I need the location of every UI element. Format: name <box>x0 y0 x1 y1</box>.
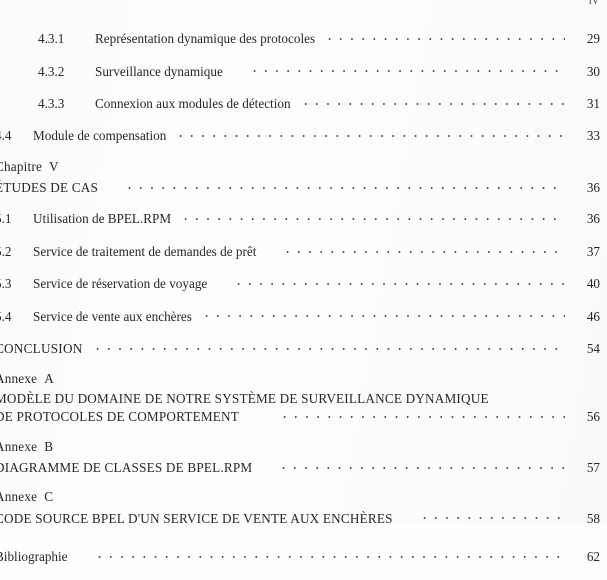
dot-leader <box>200 307 565 320</box>
toc-entry[interactable]: 4.3.2 Surveillance dynamique 30 <box>0 62 607 77</box>
toc-entry[interactable]: 4.4 Module de compensation 33 <box>0 127 607 142</box>
toc-entry-title: Utilisation de BPEL.RPM <box>33 211 172 227</box>
annexe-title-row[interactable]: DE PROTOCOLES DE COMPORTEMENT 56 <box>0 408 607 423</box>
running-page-number: iv <box>588 0 599 7</box>
annexe-title-line-1: DIAGRAMME DE CLASSES DE BPEL.RPM <box>0 459 253 475</box>
annexe-kicker-value: A <box>44 371 54 387</box>
annexe-title-row[interactable]: DIAGRAMME DE CLASSES DE BPEL.RPM 57 <box>0 459 607 474</box>
dot-leader <box>175 127 565 140</box>
toc-entry[interactable]: 5.3 Service de réservation de voyage 40 <box>0 275 607 290</box>
toc-entry-number: 4.3.2 <box>38 63 65 79</box>
annexe-title-line-1: MODÈLE DU DOMAINE DE NOTRE SYSTÈME DE SU… <box>0 391 489 407</box>
toc-entry-title: Service de réservation de voyage <box>33 276 208 292</box>
bibliography-title: Bibliographie <box>0 548 68 564</box>
annexe-page: 58 <box>586 510 600 526</box>
dot-leader <box>278 459 565 472</box>
toc-entry-number: 5.3 <box>0 276 12 292</box>
annexe-kicker-value: B <box>44 438 54 454</box>
chapter-kicker-value: V <box>49 158 59 174</box>
toc-annexe-block[interactable]: Annexe C CODE SOURCE BPEL D'UN SERVICE DE… <box>0 490 607 525</box>
toc-entry-page: 31 <box>586 95 600 111</box>
dot-leader <box>93 548 565 561</box>
dot-leader <box>91 340 566 353</box>
toc-entry[interactable]: 5.2 Service de traitement de demandes de… <box>0 243 607 258</box>
toc-entry-title: Surveillance dynamique <box>95 63 223 79</box>
toc-entry-bibliography[interactable]: Bibliographie 62 <box>0 548 607 563</box>
dot-leader <box>299 95 565 108</box>
toc-entry-number: 5.1 <box>0 211 12 227</box>
toc-entry-number: 4.3.3 <box>38 95 65 111</box>
toc-entry-page: 37 <box>586 243 600 259</box>
toc-entry[interactable]: 4.3.1 Représentation dynamique des proto… <box>0 30 607 45</box>
table-of-contents: 4.3.1 Représentation dynamique des proto… <box>0 30 607 580</box>
document-page: iv 4.3.1 Représentation dynamique des pr… <box>0 0 607 563</box>
annexe-kicker: Annexe C <box>0 490 607 503</box>
toc-entry-number: 5.2 <box>0 243 12 259</box>
chapter-kicker-word: Chapitre <box>0 158 43 174</box>
bibliography-page: 62 <box>586 548 600 564</box>
dot-leader <box>279 408 565 421</box>
annexe-kicker-word: Annexe <box>0 438 38 454</box>
dot-leader <box>418 509 565 522</box>
toc-entry-number: 4.3.1 <box>38 31 65 47</box>
conclusion-page: 54 <box>586 340 600 356</box>
chapter-title-row[interactable]: ÉTUDES DE CAS 36 <box>0 179 607 194</box>
toc-entry[interactable]: 4.3.3 Connexion aux modules de détection… <box>0 95 607 110</box>
annexe-page: 57 <box>586 459 600 475</box>
toc-entry-title: Représentation dynamique des protocoles <box>95 31 316 47</box>
dot-leader <box>248 62 565 75</box>
dot-leader <box>233 275 565 288</box>
toc-entry-page: 30 <box>586 63 600 79</box>
toc-annexe-block[interactable]: Annexe B DIAGRAMME DE CLASSES DE BPEL.RPM… <box>0 438 607 474</box>
toc-entry-page: 46 <box>586 308 600 324</box>
toc-entry-conclusion[interactable]: CONCLUSION 54 <box>0 340 607 355</box>
chapter-title: ÉTUDES DE CAS <box>0 179 98 195</box>
annexe-title-line-2: DE PROTOCOLES DE COMPORTEMENT <box>0 409 239 425</box>
annexe-kicker-word: Annexe <box>0 489 38 505</box>
annexe-kicker-word: Annexe <box>0 371 38 387</box>
chapter-kicker: Chapitre V <box>0 158 607 174</box>
toc-entry-title: Service de vente aux enchères <box>33 308 192 324</box>
dot-leader <box>282 243 565 256</box>
annexe-title-line-1: CODE SOURCE BPEL D'UN SERVICE DE VENTE A… <box>0 510 393 526</box>
toc-entry-title: Module de compensation <box>33 128 167 144</box>
toc-chapter-block[interactable]: Chapitre V ÉTUDES DE CAS 36 <box>0 158 607 194</box>
annexe-page: 56 <box>586 409 600 425</box>
toc-entry-title: Connexion aux modules de détection <box>95 95 291 111</box>
annexe-title-row[interactable]: CODE SOURCE BPEL D'UN SERVICE DE VENTE A… <box>0 509 607 524</box>
toc-entry[interactable]: 5.4 Service de vente aux enchères 46 <box>0 307 607 322</box>
dot-leader <box>123 179 565 192</box>
chapter-page: 36 <box>586 179 600 195</box>
toc-entry-page: 36 <box>586 211 600 227</box>
toc-annexe-block[interactable]: Annexe A MODÈLE DU DOMAINE DE NOTRE SYSTÈ… <box>0 372 607 424</box>
annexe-kicker-value: C <box>44 489 54 505</box>
toc-entry-page: 33 <box>586 128 600 144</box>
annexe-kicker: Annexe A <box>0 372 607 385</box>
toc-entry-title: Service de traitement de demandes de prê… <box>33 243 257 259</box>
toc-entry-page: 40 <box>586 276 600 292</box>
toc-entry-number: 4.4 <box>0 128 12 144</box>
annexe-kicker: Annexe B <box>0 438 607 454</box>
toc-entry-page: 29 <box>586 31 600 47</box>
conclusion-title: CONCLUSION <box>0 340 83 356</box>
dot-leader <box>324 30 565 43</box>
toc-entry[interactable]: 5.1 Utilisation de BPEL.RPM 36 <box>0 210 607 225</box>
dot-leader <box>180 210 565 223</box>
toc-entry-number: 5.4 <box>0 308 12 324</box>
